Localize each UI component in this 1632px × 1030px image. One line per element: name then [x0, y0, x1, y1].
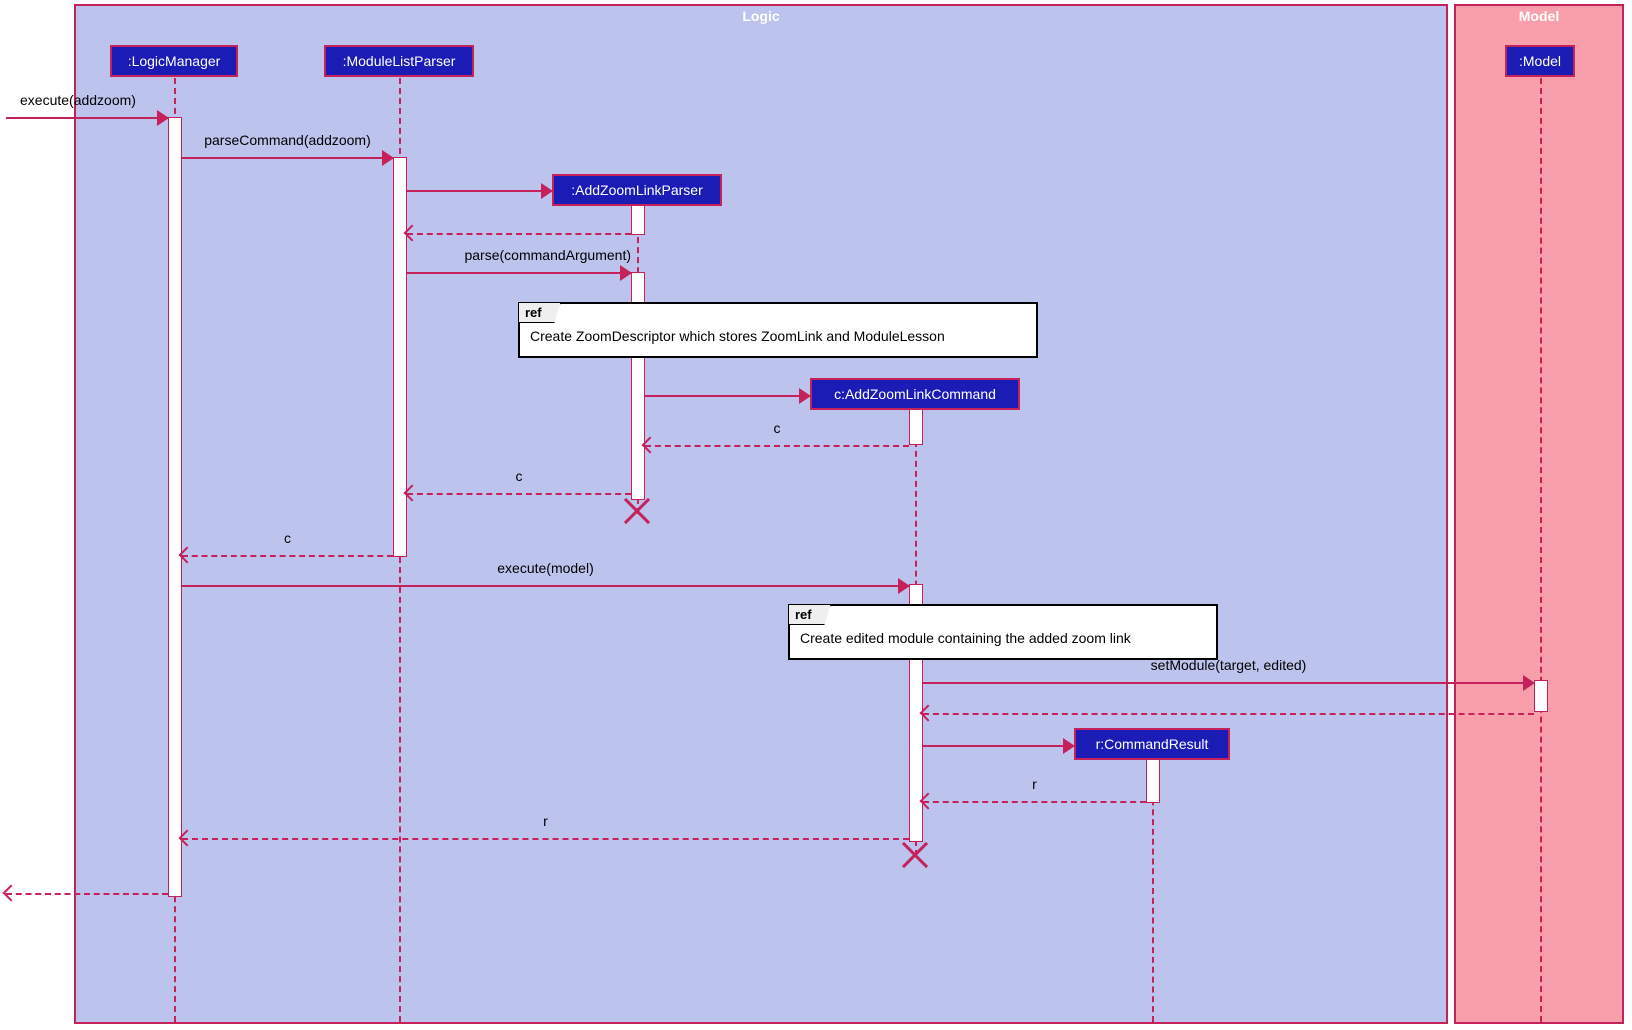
ref-editedmodule: ref Create edited module containing the …	[788, 604, 1218, 660]
ref-tag: ref	[519, 303, 561, 323]
msg-return-r-to-lm: r	[182, 831, 909, 847]
msg-execute-addzoom: execute(addzoom)	[6, 110, 168, 126]
activation-model	[1534, 680, 1548, 712]
activation-modulelistparser	[393, 157, 407, 557]
msg-return-c-to-mlp: c	[407, 486, 631, 502]
ref-editedmodule-text: Create edited module containing the adde…	[790, 606, 1216, 654]
ref-zoomdescriptor: ref Create ZoomDescriptor which stores Z…	[518, 302, 1038, 358]
msg-return-azlp	[407, 226, 631, 242]
lifeline-head-commandresult: r:CommandResult	[1074, 728, 1230, 760]
frame-logic-title: Logic	[76, 6, 1446, 26]
msg-parsecommand: parseCommand(addzoom)	[182, 150, 393, 166]
msg-return-out	[6, 886, 168, 902]
frame-model-title: Model	[1456, 6, 1622, 26]
msg-create-commandresult	[923, 738, 1074, 754]
msg-execute-model: execute(model)	[182, 578, 909, 594]
msg-return-r-to-c: r	[923, 794, 1146, 810]
msg-setmodule: setModule(target, edited)	[923, 675, 1534, 691]
msg-create-azlc	[645, 388, 810, 404]
msg-parse-arg: parse(commandArgument)	[407, 265, 631, 281]
lifeline-head-addzoomlinkparser: :AddZoomLinkParser	[552, 174, 722, 206]
frame-model: Model	[1454, 4, 1624, 1024]
lifeline-head-model: :Model	[1505, 45, 1575, 77]
msg-return-setmodule	[923, 706, 1534, 722]
ref-zoomdescriptor-text: Create ZoomDescriptor which stores ZoomL…	[520, 304, 1036, 352]
lifeline-model	[1540, 78, 1542, 1022]
activation-logicmanager	[168, 117, 182, 897]
lifeline-head-logicmanager: :LogicManager	[110, 45, 238, 77]
msg-return-c-to-parser: c	[645, 438, 909, 454]
ref-tag: ref	[789, 605, 831, 625]
lifeline-head-modulelistparser: :ModuleListParser	[324, 45, 474, 77]
lifeline-head-addzoomlinkcommand: c:AddZoomLinkCommand	[810, 378, 1020, 410]
sequence-diagram: Logic Model :LogicManager :ModuleListPar…	[0, 0, 1632, 1030]
msg-create-azlp	[407, 183, 552, 199]
